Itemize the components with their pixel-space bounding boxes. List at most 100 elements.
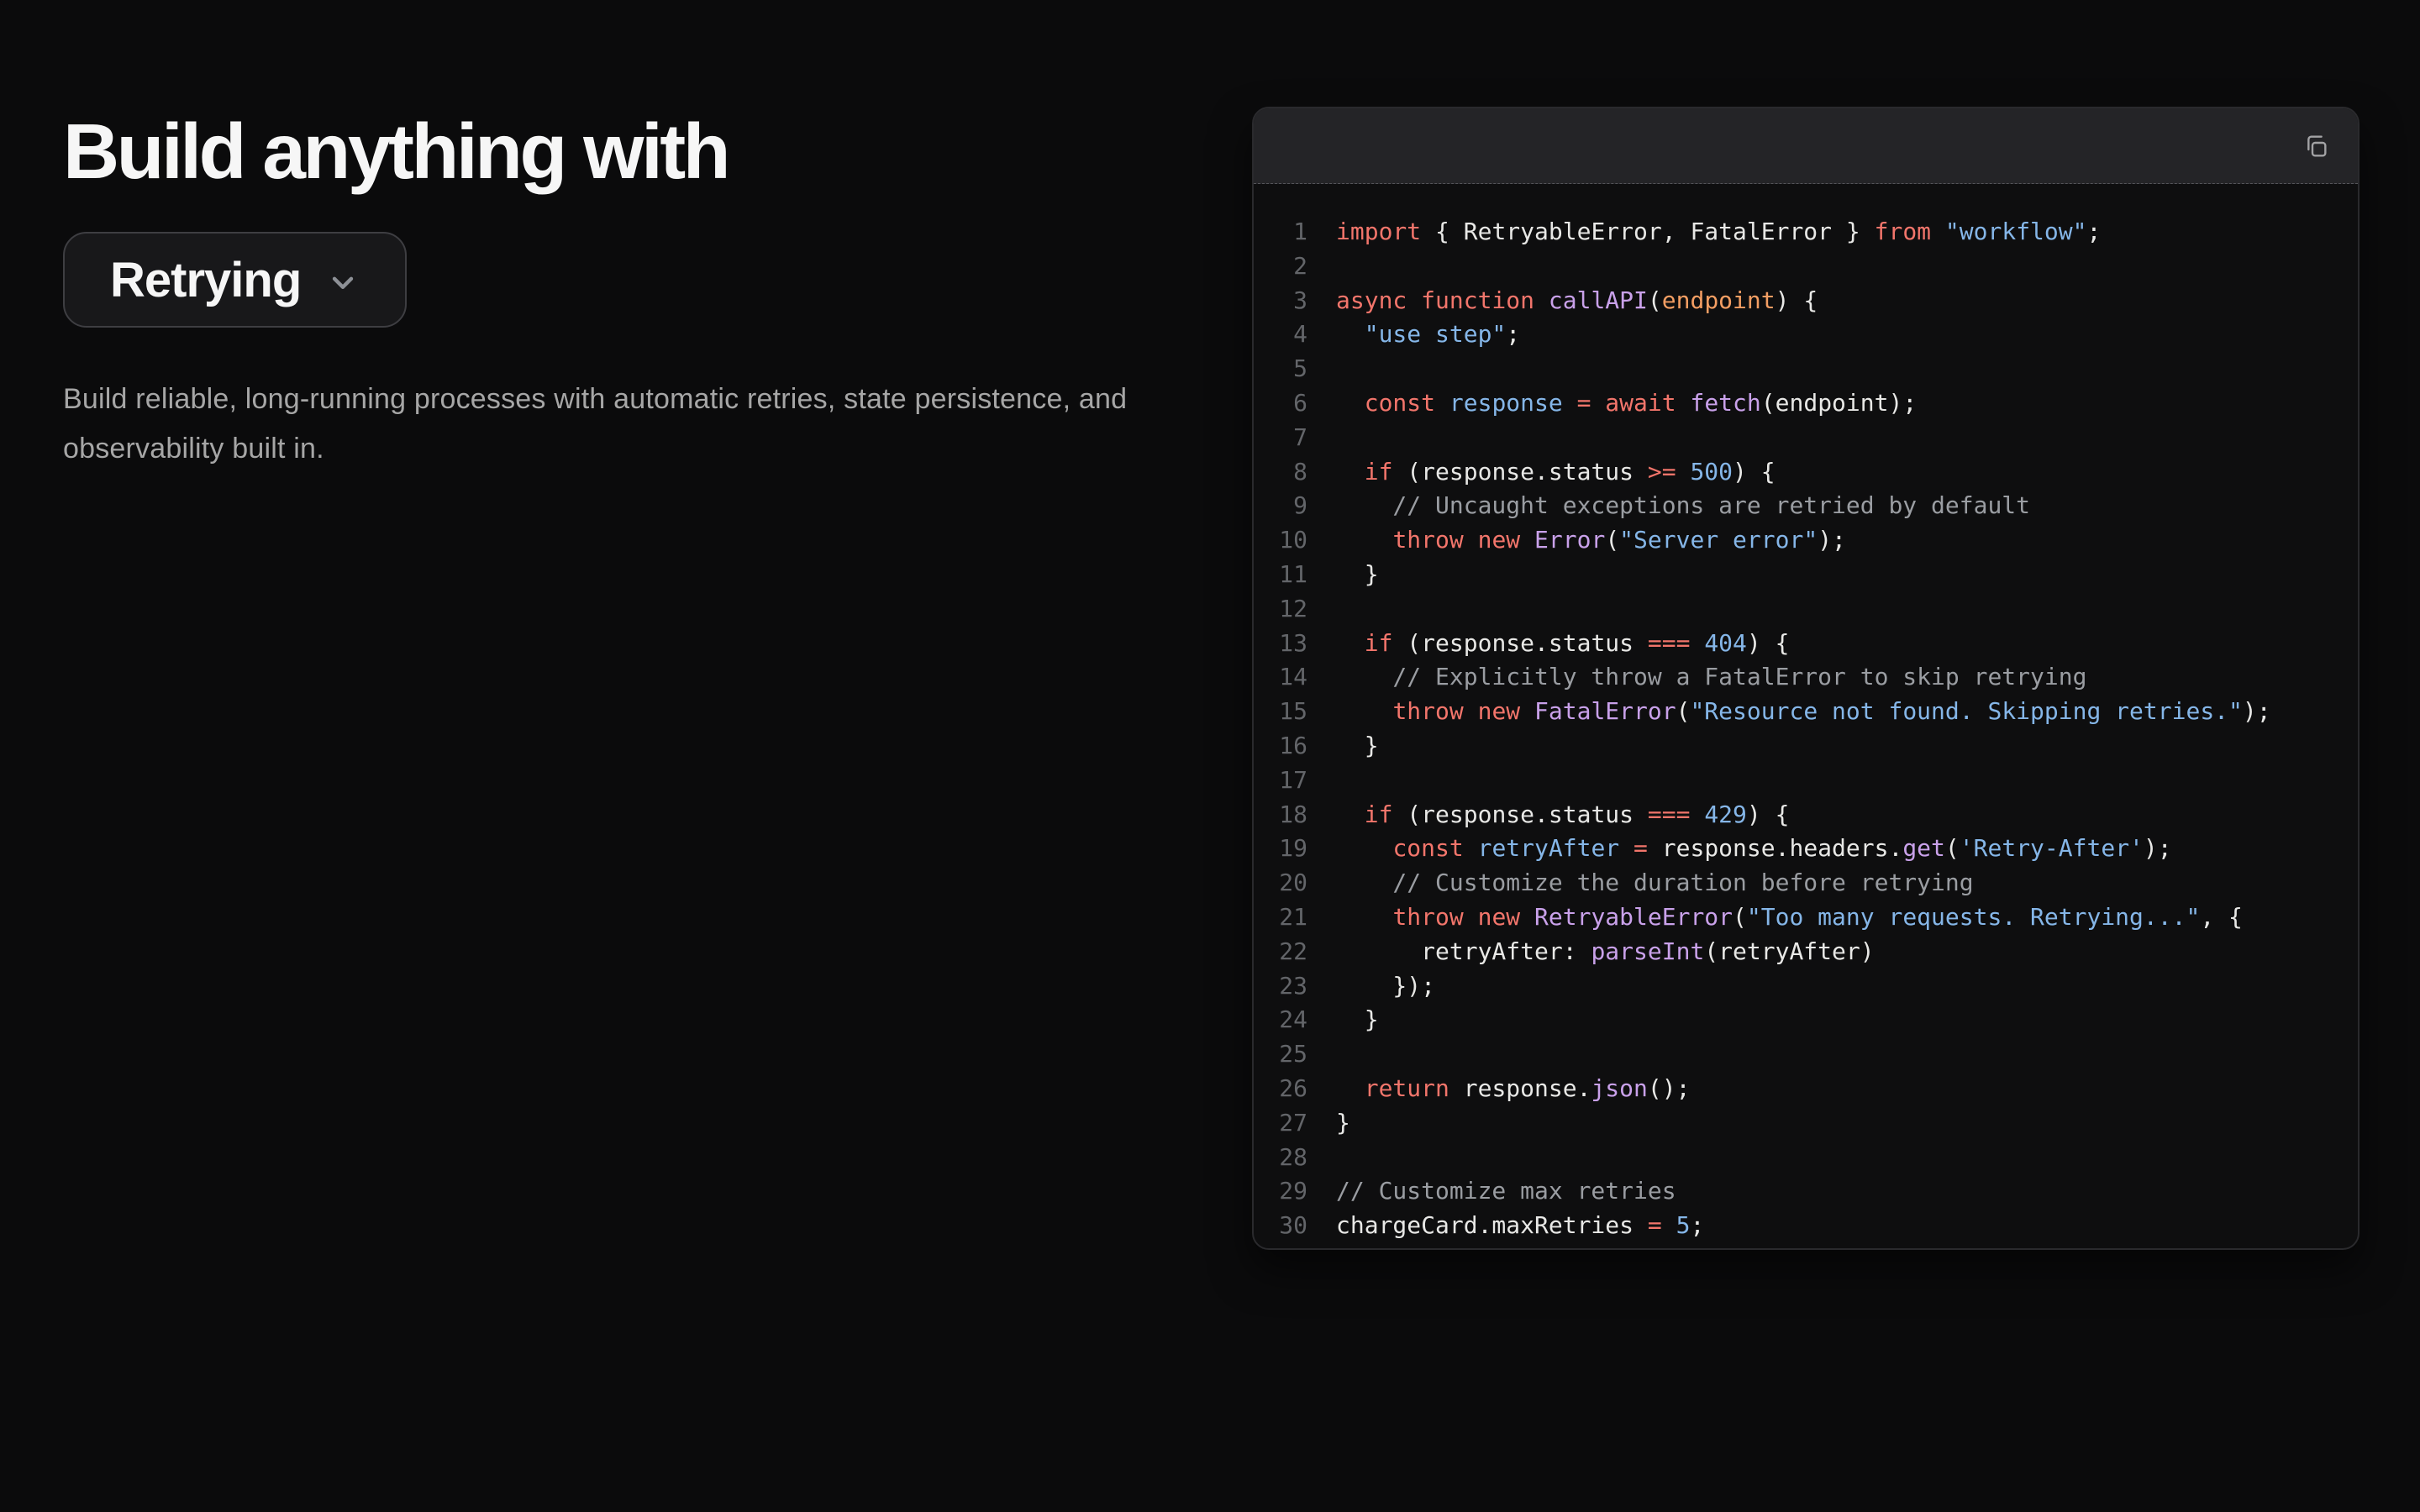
line-number: 8 <box>1254 455 1307 490</box>
code-line: 24 } <box>1254 1003 2358 1037</box>
code-line-content: const response = await fetch(endpoint); <box>1336 386 1917 421</box>
code-line-content: import { RetryableError, FatalError } fr… <box>1336 215 2101 249</box>
code-line: 25 <box>1254 1037 2358 1072</box>
code-line: 4 "use step"; <box>1254 318 2358 352</box>
code-line: 13 if (response.status === 404) { <box>1254 627 2358 661</box>
code-line-content: retryAfter: parseInt(retryAfter) <box>1336 935 1875 969</box>
code-line-content: } <box>1336 1003 1379 1037</box>
code-line: 27} <box>1254 1106 2358 1141</box>
code-line-content: } <box>1336 558 1379 592</box>
code-line-content <box>1336 1037 1350 1072</box>
code-line-content: }); <box>1336 969 1435 1004</box>
page-title: Build anything with <box>63 108 1206 195</box>
hero-section: Build anything with Retrying Build relia… <box>63 108 1206 474</box>
line-number: 22 <box>1254 935 1307 969</box>
code-line-content: if (response.status === 404) { <box>1336 627 1789 661</box>
line-number: 1 <box>1254 215 1307 249</box>
line-number: 2 <box>1254 249 1307 284</box>
line-number: 19 <box>1254 832 1307 866</box>
line-number: 6 <box>1254 386 1307 421</box>
code-line: 5 <box>1254 352 2358 386</box>
code-line-content <box>1336 592 1350 627</box>
line-number: 20 <box>1254 866 1307 900</box>
code-line: 19 const retryAfter = response.headers.g… <box>1254 832 2358 866</box>
chevron-down-icon <box>326 265 360 299</box>
code-line: 1 import { RetryableError, FatalError } f… <box>1254 215 2358 249</box>
code-line: 17 <box>1254 764 2358 798</box>
code-line-content: // Explicitly throw a FatalError to skip… <box>1336 660 2086 695</box>
feature-description: Build reliable, long-running processes w… <box>63 375 1185 474</box>
code-lines: 1 import { RetryableError, FatalError } f… <box>1254 215 2358 1243</box>
copy-icon <box>2302 133 2329 160</box>
code-line: 29 // Customize max retries <box>1254 1174 2358 1209</box>
line-number: 25 <box>1254 1037 1307 1072</box>
code-line-content: "use step"; <box>1336 318 1520 352</box>
code-line-content: if (response.status >= 500) { <box>1336 455 1776 490</box>
line-number: 5 <box>1254 352 1307 386</box>
code-line: 28 <box>1254 1141 2358 1175</box>
code-line-content <box>1336 764 1350 798</box>
line-number: 15 <box>1254 695 1307 729</box>
line-number: 27 <box>1254 1106 1307 1141</box>
code-line-content: // Customize the duration before retryin… <box>1336 866 1974 900</box>
code-line: 15 throw new FatalError("Resource not fo… <box>1254 695 2358 729</box>
code-line-content: throw new RetryableError("Too many reque… <box>1336 900 2243 935</box>
line-number: 17 <box>1254 764 1307 798</box>
code-line: 23 }); <box>1254 969 2358 1004</box>
code-line: 18 if (response.status === 429) { <box>1254 798 2358 832</box>
code-line-content: if (response.status === 429) { <box>1336 798 1789 832</box>
code-line-content: return response.json(); <box>1336 1072 1690 1106</box>
code-line-content: chargeCard.maxRetries = 5; <box>1336 1209 1704 1243</box>
code-line-content: } <box>1336 1106 1350 1141</box>
line-number: 9 <box>1254 489 1307 523</box>
line-number: 3 <box>1254 284 1307 318</box>
line-number: 28 <box>1254 1141 1307 1175</box>
code-line-content: // Uncaught exceptions are retried by de… <box>1336 489 2030 523</box>
code-line-content <box>1336 249 1350 284</box>
code-line: 30 chargeCard.maxRetries = 5; <box>1254 1209 2358 1243</box>
code-line: 22 retryAfter: parseInt(retryAfter) <box>1254 935 2358 969</box>
code-line-content <box>1336 352 1350 386</box>
code-line-content <box>1336 421 1350 455</box>
code-line: 26 return response.json(); <box>1254 1072 2358 1106</box>
code-line: 21 throw new RetryableError("Too many re… <box>1254 900 2358 935</box>
code-line: 12 <box>1254 592 2358 627</box>
code-line-content <box>1336 1141 1350 1175</box>
line-number: 10 <box>1254 523 1307 558</box>
code-line: 10 throw new Error("Server error"); <box>1254 523 2358 558</box>
feature-selector-button[interactable]: Retrying <box>63 232 407 328</box>
line-number: 26 <box>1254 1072 1307 1106</box>
code-line-content: // Customize max retries <box>1336 1174 1676 1209</box>
line-number: 18 <box>1254 798 1307 832</box>
feature-selector-label: Retrying <box>110 252 301 308</box>
code-line-content: throw new FatalError("Resource not found… <box>1336 695 2271 729</box>
code-line: 2 <box>1254 249 2358 284</box>
line-number: 24 <box>1254 1003 1307 1037</box>
code-line: 20 // Customize the duration before retr… <box>1254 866 2358 900</box>
code-panel-header <box>1254 108 2358 184</box>
code-line: 6 const response = await fetch(endpoint)… <box>1254 386 2358 421</box>
line-number: 13 <box>1254 627 1307 661</box>
line-number: 14 <box>1254 660 1307 695</box>
code-line-content: } <box>1336 729 1379 764</box>
line-number: 4 <box>1254 318 1307 352</box>
code-panel: 1 import { RetryableError, FatalError } f… <box>1252 107 2360 1250</box>
line-number: 12 <box>1254 592 1307 627</box>
code-line: 16 } <box>1254 729 2358 764</box>
line-number: 11 <box>1254 558 1307 592</box>
line-number: 30 <box>1254 1209 1307 1243</box>
line-number: 21 <box>1254 900 1307 935</box>
line-number: 23 <box>1254 969 1307 1004</box>
code-line: 9 // Uncaught exceptions are retried by … <box>1254 489 2358 523</box>
code-line-content: async function callAPI(endpoint) { <box>1336 284 1818 318</box>
line-number: 16 <box>1254 729 1307 764</box>
code-line: 11 } <box>1254 558 2358 592</box>
code-line-content: throw new Error("Server error"); <box>1336 523 1846 558</box>
code-line: 8 if (response.status >= 500) { <box>1254 455 2358 490</box>
code-editor[interactable]: 1 import { RetryableError, FatalError } f… <box>1254 184 2358 1248</box>
line-number: 7 <box>1254 421 1307 455</box>
code-line: 14 // Explicitly throw a FatalError to s… <box>1254 660 2358 695</box>
code-line: 3 async function callAPI(endpoint) { <box>1254 284 2358 318</box>
line-number: 29 <box>1254 1174 1307 1209</box>
copy-button[interactable] <box>2297 128 2334 165</box>
